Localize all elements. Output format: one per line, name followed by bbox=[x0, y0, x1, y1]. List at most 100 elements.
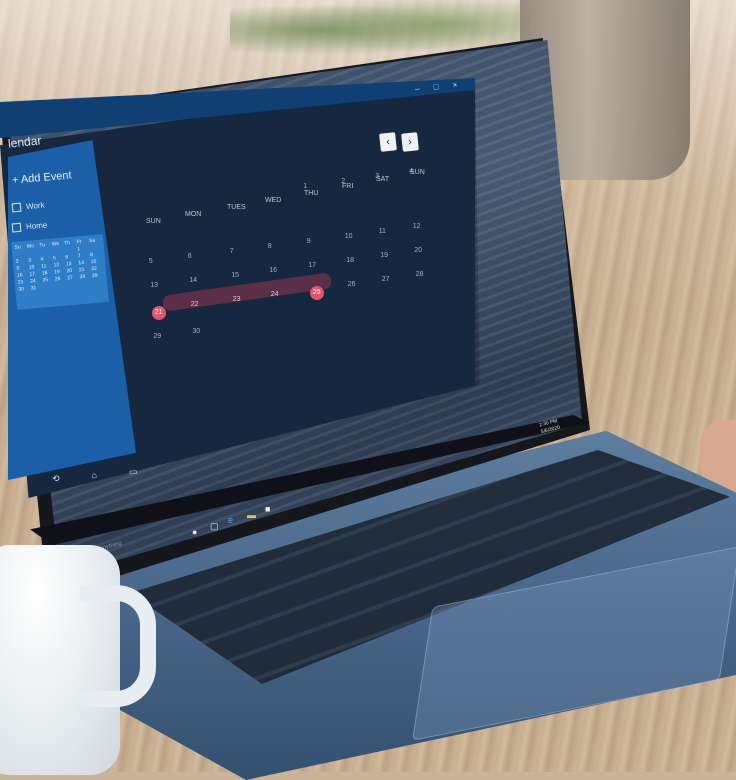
mini-calendar-day[interactable]: 18 bbox=[42, 270, 54, 276]
mini-calendar-day[interactable]: 28 bbox=[79, 273, 91, 280]
mini-calendar-day[interactable]: 31 bbox=[30, 285, 42, 291]
mini-calendar-day[interactable]: 12 bbox=[53, 262, 65, 268]
mini-calendar-day[interactable]: 21 bbox=[79, 266, 91, 273]
mini-calendar-day bbox=[27, 250, 39, 257]
calendar-day[interactable]: 11 bbox=[379, 228, 386, 235]
mini-calendar-day bbox=[55, 282, 67, 289]
calendar-day[interactable]: 8 bbox=[268, 243, 272, 250]
category-label: Work bbox=[25, 200, 45, 212]
mini-calendar-day[interactable]: 9 bbox=[16, 265, 28, 272]
day-name: THU bbox=[304, 190, 319, 197]
calendar-day[interactable]: 7 bbox=[230, 248, 234, 255]
calendar-day[interactable]: 3 bbox=[375, 173, 379, 180]
calendar-day[interactable]: 6 bbox=[188, 253, 192, 260]
calendar-day[interactable]: 14 bbox=[189, 277, 197, 284]
mini-calendar-header: Sa bbox=[88, 237, 96, 245]
calendar-day[interactable]: 30 bbox=[192, 328, 200, 335]
category-label: Home bbox=[25, 220, 48, 232]
mini-calendar-day bbox=[65, 247, 77, 254]
calendar-day[interactable]: 23 bbox=[233, 296, 241, 303]
mini-calendar-day bbox=[68, 281, 80, 288]
microphone-icon[interactable]: ● bbox=[192, 528, 201, 537]
mini-calendar-day bbox=[43, 284, 55, 291]
calendar-day[interactable]: 5 bbox=[149, 258, 153, 265]
mini-calendar-day bbox=[52, 248, 64, 255]
day-name: SUN bbox=[146, 218, 161, 225]
mug-handle bbox=[80, 585, 156, 707]
task-view-icon[interactable]: ▢ bbox=[210, 522, 219, 531]
mini-calendar-day[interactable]: 8 bbox=[90, 251, 102, 258]
mini-calendar-day[interactable]: 15 bbox=[91, 258, 103, 265]
mini-calendar-day[interactable]: 29 bbox=[92, 272, 104, 279]
mini-calendar-header: Th bbox=[63, 240, 71, 247]
calendar-day[interactable]: 28 bbox=[416, 271, 424, 278]
mini-calendar-day[interactable]: 3 bbox=[28, 257, 40, 263]
mini-calendar-day[interactable]: 17 bbox=[29, 271, 41, 277]
mini-calendar-header: Mo bbox=[26, 243, 35, 250]
mini-calendar-day[interactable]: 7 bbox=[78, 252, 90, 259]
calendar-day[interactable]: 26 bbox=[348, 281, 356, 288]
calendar-day[interactable]: 15 bbox=[231, 272, 239, 279]
mini-calendar-day bbox=[80, 280, 92, 287]
mini-calendar-header: Tu bbox=[39, 242, 46, 249]
mini-calendar-day[interactable]: 6 bbox=[65, 253, 77, 260]
calendar-day[interactable]: 2 bbox=[341, 178, 345, 185]
mini-calendar[interactable]: Su Mo Tu We Th Fr Sa 1 2 3 4 5 6 7 8 9 10 11 12 13 14 15 16 17 1… bbox=[11, 234, 109, 310]
store-icon[interactable]: ■ bbox=[265, 505, 274, 514]
mini-calendar-day[interactable]: 23 bbox=[18, 279, 30, 285]
calendar-day[interactable]: 13 bbox=[150, 282, 158, 289]
mini-calendar-day[interactable]: 20 bbox=[66, 267, 78, 274]
calendar-day[interactable]: 20 bbox=[414, 247, 422, 254]
mini-calendar-header: We bbox=[51, 240, 60, 248]
mini-calendar-day bbox=[40, 249, 52, 256]
checkbox-icon[interactable] bbox=[11, 222, 22, 233]
mini-calendar-day[interactable]: 22 bbox=[91, 265, 103, 272]
mini-calendar-day[interactable]: 11 bbox=[41, 263, 53, 269]
mini-calendar-header: Fr bbox=[76, 239, 82, 246]
calendar-day[interactable]: 18 bbox=[346, 257, 354, 264]
calendar-day[interactable]: 9 bbox=[307, 238, 311, 245]
edge-icon[interactable]: e bbox=[228, 516, 237, 525]
checkbox-icon[interactable] bbox=[11, 202, 22, 213]
mini-calendar-day[interactable]: 16 bbox=[17, 272, 29, 278]
calendar-day[interactable]: 21 bbox=[151, 306, 166, 321]
calendar-day[interactable]: 16 bbox=[269, 267, 277, 274]
file-explorer-icon[interactable]: ▬ bbox=[247, 511, 256, 520]
previous-month-button[interactable]: ‹ bbox=[379, 132, 397, 152]
mini-calendar-day[interactable]: 24 bbox=[30, 278, 42, 284]
back-icon[interactable]: ⟲ bbox=[52, 473, 60, 485]
day-name: TUES bbox=[227, 204, 246, 211]
calendar-day[interactable]: 17 bbox=[308, 262, 316, 269]
tablet-icon[interactable]: ▭ bbox=[128, 466, 137, 478]
day-name: WED bbox=[265, 197, 282, 204]
calendar-day[interactable]: 27 bbox=[382, 276, 390, 283]
mini-calendar-day[interactable]: 26 bbox=[55, 275, 67, 282]
calendar-day[interactable]: 22 bbox=[191, 301, 199, 308]
mini-calendar-day[interactable]: 10 bbox=[29, 264, 41, 270]
mini-calendar-day[interactable]: 14 bbox=[78, 259, 90, 266]
calendar-day[interactable]: 12 bbox=[413, 223, 421, 230]
mini-calendar-day[interactable]: 27 bbox=[67, 274, 79, 281]
calendar-day[interactable]: 29 bbox=[153, 333, 161, 340]
calendar-day[interactable]: 25 bbox=[309, 286, 324, 301]
mini-calendar-day[interactable]: 5 bbox=[53, 255, 65, 261]
calendar-day[interactable]: 10 bbox=[345, 233, 353, 240]
calendar-day[interactable]: 24 bbox=[271, 291, 279, 298]
calendar-day[interactable]: 1 bbox=[303, 183, 307, 190]
home-icon[interactable]: ⌂ bbox=[91, 470, 97, 481]
mini-calendar-day[interactable]: 1 bbox=[77, 245, 89, 252]
mini-calendar-day[interactable]: 25 bbox=[42, 277, 54, 283]
mini-calendar-day bbox=[89, 244, 101, 251]
calendar-day[interactable]: 4 bbox=[409, 168, 413, 175]
mini-calendar-day[interactable]: 30 bbox=[18, 286, 30, 292]
mini-calendar-day[interactable]: 19 bbox=[54, 269, 66, 275]
calendar-day[interactable]: 19 bbox=[380, 252, 388, 259]
mini-calendar-day bbox=[92, 279, 104, 286]
next-month-button[interactable]: › bbox=[401, 132, 419, 152]
mini-calendar-day[interactable]: 2 bbox=[16, 258, 28, 265]
day-name: MON bbox=[185, 211, 202, 218]
mini-calendar-day[interactable]: 13 bbox=[66, 260, 78, 267]
mini-calendar-day bbox=[15, 251, 27, 258]
mini-calendar-day[interactable]: 4 bbox=[40, 256, 52, 262]
mini-calendar-header: Su bbox=[14, 244, 22, 251]
